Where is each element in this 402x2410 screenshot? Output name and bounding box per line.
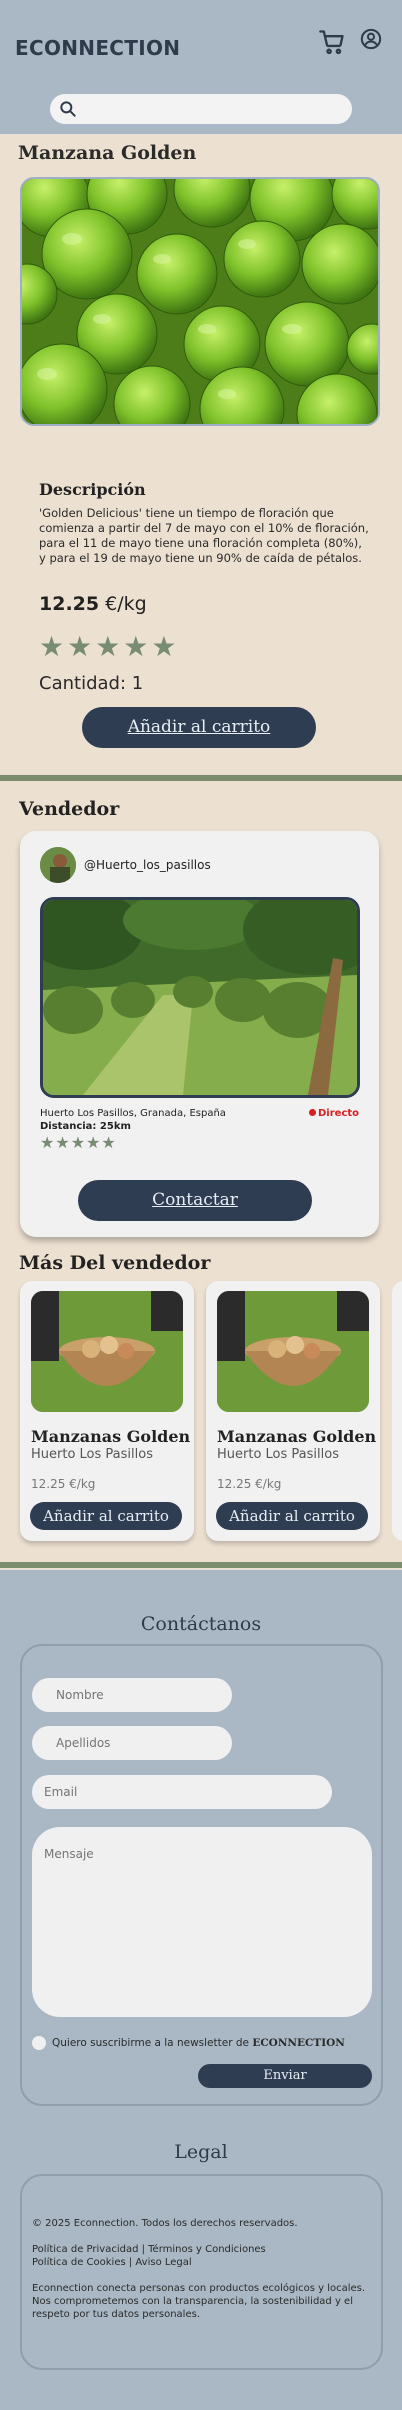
email-field[interactable] xyxy=(32,1775,332,1809)
contact-section: Contáctanos Quiero suscribirme a la news… xyxy=(0,1570,402,2410)
basket-image xyxy=(31,1291,183,1412)
search-icon xyxy=(60,101,76,117)
contact-form: Quiero suscribirme a la newsletter de EC… xyxy=(20,1644,383,2106)
live-dot-icon xyxy=(309,1109,316,1116)
checkbox-icon[interactable] xyxy=(32,2036,46,2050)
basket-image xyxy=(217,1291,369,1412)
legal-links: Política de Privacidad | Términos y Cond… xyxy=(32,2243,266,2269)
product-card-price: 12.25 €/kg xyxy=(31,1477,96,1491)
live-badge[interactable]: Directo xyxy=(309,1108,359,1119)
cart-icon[interactable] xyxy=(318,28,346,56)
newsletter-label: Quiero suscribirme a la newsletter de xyxy=(52,2037,253,2049)
search-bar[interactable] xyxy=(50,94,352,124)
rating-stars: ★★★★★ xyxy=(39,630,180,663)
product-title: Manzana Golden xyxy=(18,142,197,164)
product-image xyxy=(20,177,380,426)
product-card-peek[interactable] xyxy=(392,1281,402,1541)
description-title: Descripción xyxy=(39,480,146,499)
product-card[interactable]: Manzanas Golden Huerto Los Pasillos 12.2… xyxy=(20,1281,194,1541)
price: 12.25 €/kg xyxy=(39,593,147,615)
header: ECONNECTION xyxy=(0,0,402,134)
vendor-avatar[interactable] xyxy=(40,847,76,883)
price-value: 12.25 xyxy=(39,593,100,615)
more-from-vendor-title: Más Del vendedor xyxy=(19,1252,211,1274)
about-text: Econnection conecta personas con product… xyxy=(32,2283,366,2320)
send-button[interactable]: Enviar xyxy=(198,2064,372,2088)
product-card-title: Manzanas Golden xyxy=(31,1427,191,1446)
product-card-price: 12.25 €/kg xyxy=(217,1477,282,1491)
apples-illustration xyxy=(22,179,378,424)
vendor-orchard-image xyxy=(40,897,360,1098)
product-card[interactable]: Manzanas Golden Huerto Los Pasillos 12.2… xyxy=(206,1281,380,1541)
add-to-cart-button[interactable]: Añadir al carrito xyxy=(216,1502,368,1530)
vendor-handle[interactable]: @Huerto_los_pasillos xyxy=(84,858,211,872)
user-icon[interactable] xyxy=(360,28,382,50)
brand-logo[interactable]: ECONNECTION xyxy=(15,36,180,60)
section-divider xyxy=(0,1562,402,1568)
legal-links-line1[interactable]: Política de Privacidad | Términos y Cond… xyxy=(32,2243,266,2256)
apellidos-field[interactable] xyxy=(32,1726,232,1760)
contact-heading: Contáctanos xyxy=(140,1613,262,1635)
mensaje-field[interactable] xyxy=(32,1827,372,2017)
vendor-rating-stars: ★★★★★ xyxy=(40,1133,117,1152)
product-card-seller: Huerto Los Pasillos xyxy=(31,1447,153,1462)
contact-button[interactable]: Contactar xyxy=(78,1180,312,1221)
legal-box: © 2025 Econnection. Todos los derechos r… xyxy=(20,2174,383,2370)
price-unit: €/kg xyxy=(99,593,147,615)
legal-links-line2[interactable]: Política de Cookies | Aviso Legal xyxy=(32,2256,266,2269)
newsletter-checkbox[interactable]: Quiero suscribirme a la newsletter de EC… xyxy=(32,2036,345,2050)
copyright-text: © 2025 Econnection. Todos los derechos r… xyxy=(32,2218,298,2229)
product-card-title: Manzanas Golden xyxy=(217,1427,377,1446)
legal-heading: Legal xyxy=(174,2141,228,2163)
add-to-cart-button[interactable]: Añadir al carrito xyxy=(82,707,316,748)
add-to-cart-button[interactable]: Añadir al carrito xyxy=(30,1502,182,1530)
vendor-distance: Distancia: 25km xyxy=(40,1121,131,1132)
live-label: Directo xyxy=(318,1108,360,1119)
quantity-label: Cantidad: 1 xyxy=(39,673,144,694)
newsletter-brand: ECONNECTION xyxy=(252,2037,345,2049)
product-card-seller: Huerto Los Pasillos xyxy=(217,1447,339,1462)
vendor-card: @Huerto_los_pasillos Huerto Los Pasillos… xyxy=(20,831,379,1237)
vendor-section-title: Vendedor xyxy=(19,798,120,820)
nombre-field[interactable] xyxy=(32,1678,232,1712)
section-divider xyxy=(0,775,402,781)
vendor-location: Huerto Los Pasillos, Granada, España xyxy=(40,1108,226,1119)
description-text: 'Golden Delicious' tiene un tiempo de fl… xyxy=(39,506,369,565)
